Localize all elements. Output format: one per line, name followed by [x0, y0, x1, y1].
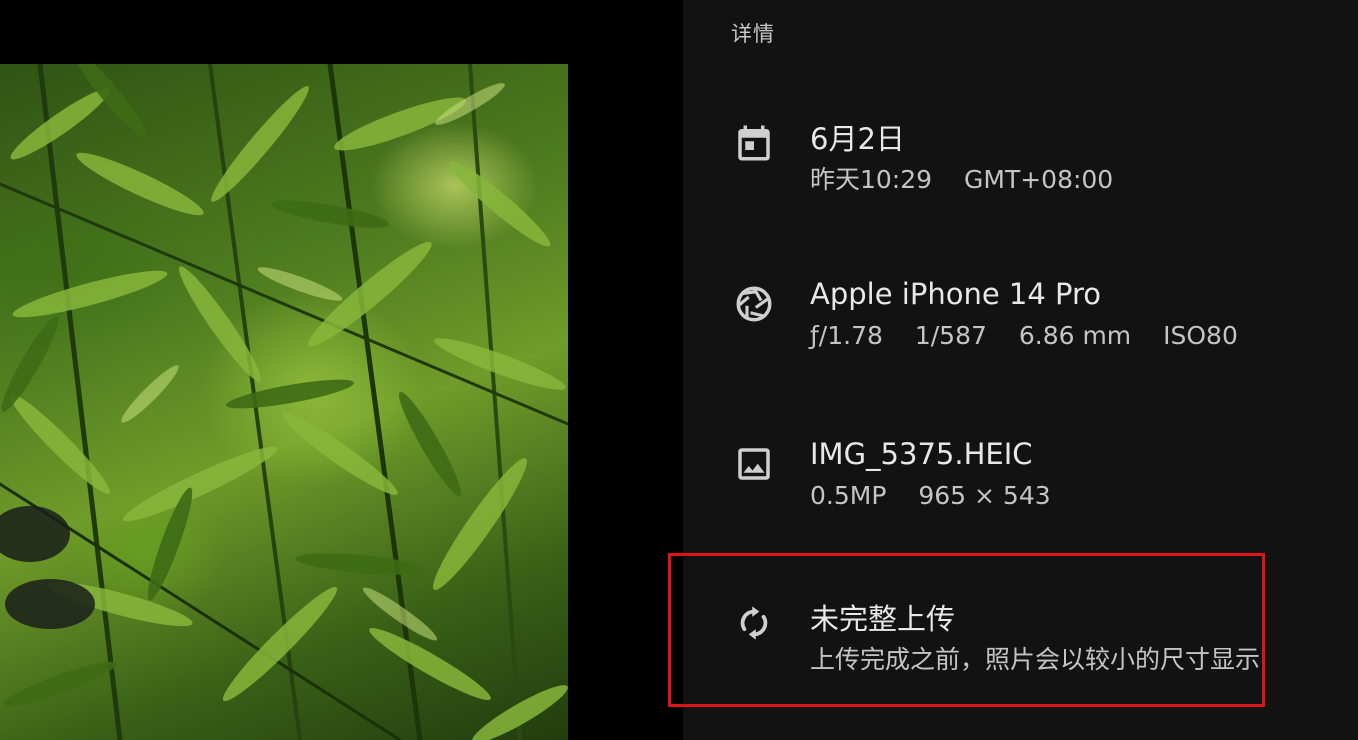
- date-subtext: 昨天10:29 GMT+08:00: [810, 160, 1113, 196]
- bamboo-leaves-illustration: [0, 64, 568, 740]
- shutter-value: 1/587: [914, 321, 987, 350]
- photo-viewer: [0, 0, 683, 740]
- camera-aperture-icon: [733, 283, 775, 325]
- sync-icon: [733, 602, 775, 644]
- time-text: 昨天10:29: [810, 165, 933, 194]
- photo-details-screen: 详情 6月2日 昨天10:29 GMT+08:00 Apple iPhone 1…: [0, 0, 1358, 740]
- camera-settings: ƒ/1.78 1/587 6.86 mm ISO80: [810, 321, 1238, 350]
- megapixels-value: 0.5MP: [810, 481, 887, 510]
- detail-row-upload[interactable]: 未完整上传 上传完成之前，照片会以较小的尺寸显示: [683, 596, 1358, 696]
- photo-image[interactable]: [0, 64, 568, 740]
- file-info: 0.5MP 965 × 543: [810, 481, 1051, 510]
- iso-value: ISO80: [1163, 321, 1238, 350]
- details-panel: 详情 6月2日 昨天10:29 GMT+08:00 Apple iPhone 1…: [683, 0, 1358, 740]
- aperture-value: ƒ/1.78: [810, 321, 883, 350]
- upload-status: 未完整上传: [810, 602, 956, 636]
- image-icon: [733, 443, 775, 485]
- detail-row-camera[interactable]: Apple iPhone 14 Pro ƒ/1.78 1/587 6.86 mm…: [683, 277, 1358, 377]
- timezone-text: GMT+08:00: [964, 165, 1114, 194]
- dimensions-value: 965 × 543: [918, 481, 1051, 510]
- camera-model: Apple iPhone 14 Pro: [810, 277, 1102, 311]
- date-text: 6月2日: [810, 122, 905, 156]
- panel-title: 详情: [731, 22, 775, 46]
- calendar-icon: [733, 122, 775, 164]
- file-name: IMG_5375.HEIC: [810, 437, 1033, 471]
- focal-length-value: 6.86 mm: [1018, 321, 1132, 350]
- detail-row-date[interactable]: 6月2日 昨天10:29 GMT+08:00: [683, 116, 1358, 216]
- upload-description: 上传完成之前，照片会以较小的尺寸显示: [810, 645, 1261, 674]
- detail-row-file[interactable]: IMG_5375.HEIC 0.5MP 965 × 543: [683, 437, 1358, 537]
